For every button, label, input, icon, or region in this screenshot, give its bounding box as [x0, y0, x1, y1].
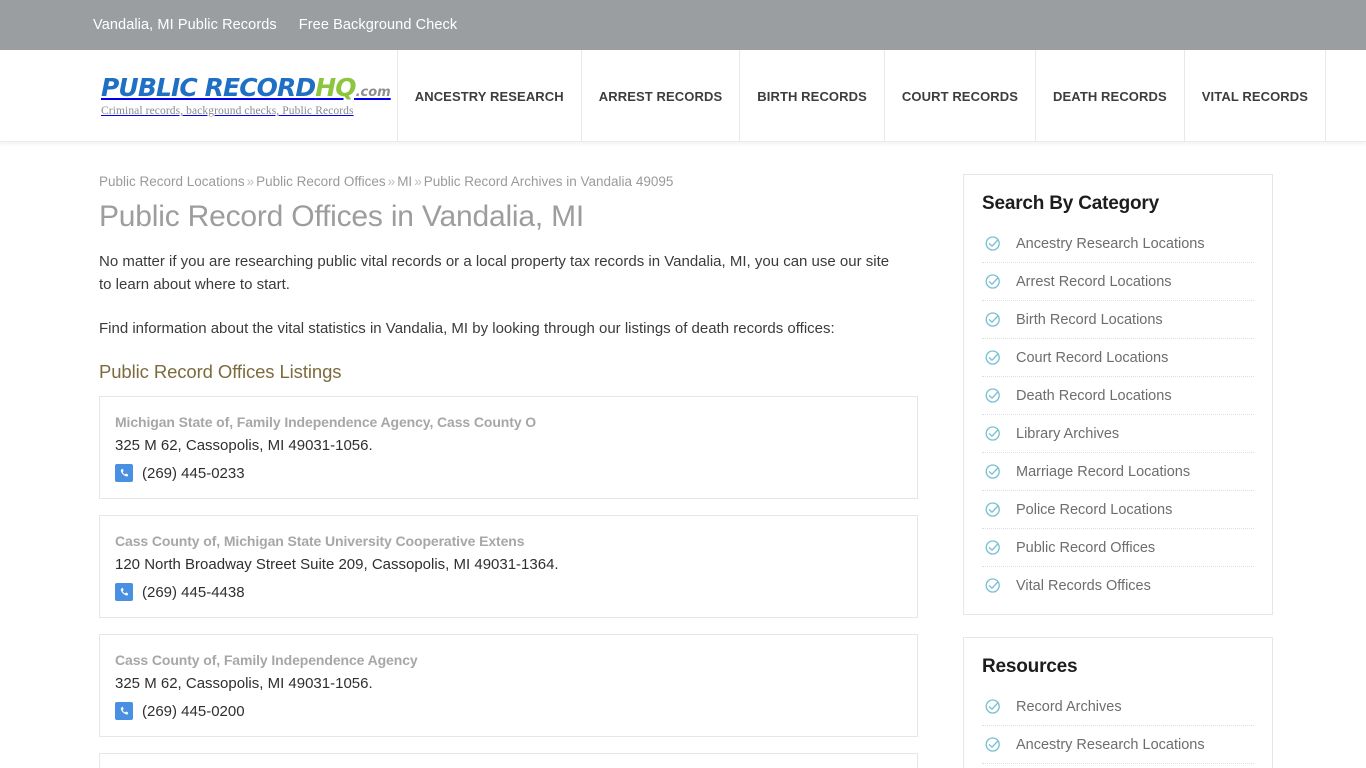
list-item-label[interactable]: Marriage Record Locations — [1016, 464, 1190, 480]
check-circle-icon — [985, 737, 1000, 752]
nav-item-death-records[interactable]: DEATH RECORDS — [1035, 50, 1184, 142]
breadcrumb-item-public-record-offices[interactable]: Public Record Offices — [256, 174, 386, 189]
list-item[interactable]: Vital Records Offices — [982, 567, 1254, 604]
listing-address: 325 M 62, Cassopolis, MI 49031-1056. — [115, 675, 373, 692]
listing-card[interactable]: Michigan State of, Family Independence A… — [99, 396, 918, 499]
list-item-label[interactable]: Court Record Locations — [1016, 350, 1168, 366]
list-item[interactable]: Police Record Locations — [982, 491, 1254, 529]
nav-item-arrest-records[interactable]: ARREST RECORDS — [580, 50, 739, 142]
list-item[interactable]: Public Record Offices — [982, 529, 1254, 567]
page-title: Public Record Offices in Vandalia, MI — [99, 200, 585, 233]
list-item-label[interactable]: Public Record Offices — [1016, 540, 1155, 556]
list-item[interactable]: Record Archives — [982, 688, 1254, 726]
listing-office-name: Cass County of, Family Independence Agen… — [115, 652, 418, 668]
listing-phone-number: (269) 445-0233 — [142, 464, 245, 482]
list-item[interactable]: Court Record Locations — [982, 339, 1254, 377]
nav-item-vital-records[interactable]: VITAL RECORDS — [1183, 50, 1327, 142]
widget-title: Resources — [982, 656, 1078, 677]
listing-card[interactable]: Cass County of, Domestic Violence Assist… — [99, 753, 918, 768]
topbar-link-free-background-check[interactable]: Free Background Check — [299, 17, 457, 33]
nav-item-birth-records[interactable]: BIRTH RECORDS — [739, 50, 884, 142]
nav-item-court-records[interactable]: COURT RECORDS — [883, 50, 1035, 142]
check-circle-icon — [985, 388, 1000, 403]
listing-phone-number: (269) 445-4438 — [142, 583, 245, 601]
widget-search-by-category: Search By Category Ancestry Research Loc… — [963, 174, 1273, 615]
listing-phone-row[interactable]: (269) 445-0200 — [115, 702, 902, 720]
list-item[interactable]: Ancestry Research Locations — [982, 726, 1254, 764]
list-item[interactable]: Arrest Record Locations — [982, 764, 1254, 768]
logo-text-public-record: PUBLIC RECORD — [101, 73, 316, 102]
listing-phone-row[interactable]: (269) 445-0233 — [115, 464, 902, 482]
top-utility-bar-inner: Vandalia, MI Public Records Free Backgro… — [93, 17, 1273, 33]
resources-list: Record Archives Ancestry Research Locati… — [982, 688, 1254, 768]
check-circle-icon — [985, 426, 1000, 441]
intro-paragraph-1: No matter if you are researching public … — [99, 253, 890, 293]
check-circle-icon — [985, 312, 1000, 327]
breadcrumb-separator: » — [246, 174, 255, 189]
site-header-inner: PUBLIC RECORDHQ.com Criminal records, ba… — [93, 50, 1327, 142]
breadcrumb-item-public-record-locations[interactable]: Public Record Locations — [99, 174, 245, 189]
sidebar: Search By Category Ancestry Research Loc… — [963, 174, 1273, 768]
check-circle-icon — [985, 236, 1000, 251]
breadcrumb-separator: » — [387, 174, 396, 189]
list-item-label[interactable]: Birth Record Locations — [1016, 312, 1163, 328]
listing-card[interactable]: Cass County of, Michigan State Universit… — [99, 515, 918, 618]
listing-office-name: Cass County of, Michigan State Universit… — [115, 533, 525, 549]
widget-title: Search By Category — [982, 193, 1159, 214]
breadcrumb: Public Record Locations» Public Record Of… — [99, 174, 918, 189]
logo-text-dotcom: .com — [355, 85, 391, 100]
listing-address: 120 North Broadway Street Suite 209, Cas… — [115, 556, 559, 573]
list-item-label[interactable]: Library Archives — [1016, 426, 1119, 442]
list-item-label[interactable]: Ancestry Research Locations — [1016, 737, 1205, 753]
breadcrumb-item-current: Public Record Archives in Vandalia 49095 — [423, 174, 674, 189]
listing-office-name: Michigan State of, Family Independence A… — [115, 414, 537, 430]
listings-container: Michigan State of, Family Independence A… — [99, 396, 918, 768]
list-item[interactable]: Birth Record Locations — [982, 301, 1254, 339]
list-item-label[interactable]: Ancestry Research Locations — [1016, 236, 1205, 252]
nav-item-ancestry-research[interactable]: ANCESTRY RESEARCH — [396, 50, 581, 142]
site-logo[interactable]: PUBLIC RECORDHQ.com Criminal records, ba… — [93, 50, 391, 142]
list-item[interactable]: Marriage Record Locations — [982, 453, 1254, 491]
phone-icon — [115, 583, 133, 601]
page-body: Public Record Locations» Public Record Of… — [93, 142, 1273, 768]
check-circle-icon — [985, 502, 1000, 517]
list-item-label[interactable]: Vital Records Offices — [1016, 578, 1151, 594]
site-header: PUBLIC RECORDHQ.com Criminal records, ba… — [0, 50, 1366, 142]
list-item-label[interactable]: Record Archives — [1016, 699, 1122, 715]
widget-resources: Resources Record Archives Ancestry Resea… — [963, 637, 1273, 768]
check-circle-icon — [985, 578, 1000, 593]
intro-paragraph-2: Find information about the vital statist… — [99, 320, 835, 337]
logo-text-hq: HQ — [315, 73, 356, 102]
logo-tagline: Criminal records, background checks, Pub… — [101, 105, 354, 117]
phone-icon — [115, 464, 133, 482]
list-item-label[interactable]: Death Record Locations — [1016, 388, 1172, 404]
listing-address: 325 M 62, Cassopolis, MI 49031-1056. — [115, 437, 373, 454]
logo-wordmark: PUBLIC RECORDHQ.com — [101, 75, 391, 100]
listings-heading: Public Record Offices Listings — [99, 361, 342, 382]
listing-phone-number: (269) 445-0200 — [142, 702, 245, 720]
check-circle-icon — [985, 464, 1000, 479]
list-item-label[interactable]: Police Record Locations — [1016, 502, 1172, 518]
list-item-label[interactable]: Arrest Record Locations — [1016, 274, 1172, 290]
topbar-link-vandalia-public-records[interactable]: Vandalia, MI Public Records — [93, 17, 277, 33]
category-list: Ancestry Research Locations Arrest Recor… — [982, 225, 1254, 604]
check-circle-icon — [985, 699, 1000, 714]
list-item[interactable]: Ancestry Research Locations — [982, 225, 1254, 263]
top-utility-bar: Vandalia, MI Public Records Free Backgro… — [0, 0, 1366, 50]
list-item[interactable]: Library Archives — [982, 415, 1254, 453]
list-item[interactable]: Arrest Record Locations — [982, 263, 1254, 301]
check-circle-icon — [985, 274, 1000, 289]
breadcrumb-separator: » — [414, 174, 422, 189]
breadcrumb-item-mi[interactable]: MI — [397, 174, 412, 189]
check-circle-icon — [985, 540, 1000, 555]
check-circle-icon — [985, 350, 1000, 365]
listing-phone-row[interactable]: (269) 445-4438 — [115, 583, 902, 601]
listing-card[interactable]: Cass County of, Family Independence Agen… — [99, 634, 918, 737]
main-navigation: ANCESTRY RESEARCH ARREST RECORDS BIRTH R… — [396, 50, 1327, 142]
list-item[interactable]: Death Record Locations — [982, 377, 1254, 415]
phone-icon — [115, 702, 133, 720]
main-content: Public Record Locations» Public Record Of… — [93, 174, 918, 768]
